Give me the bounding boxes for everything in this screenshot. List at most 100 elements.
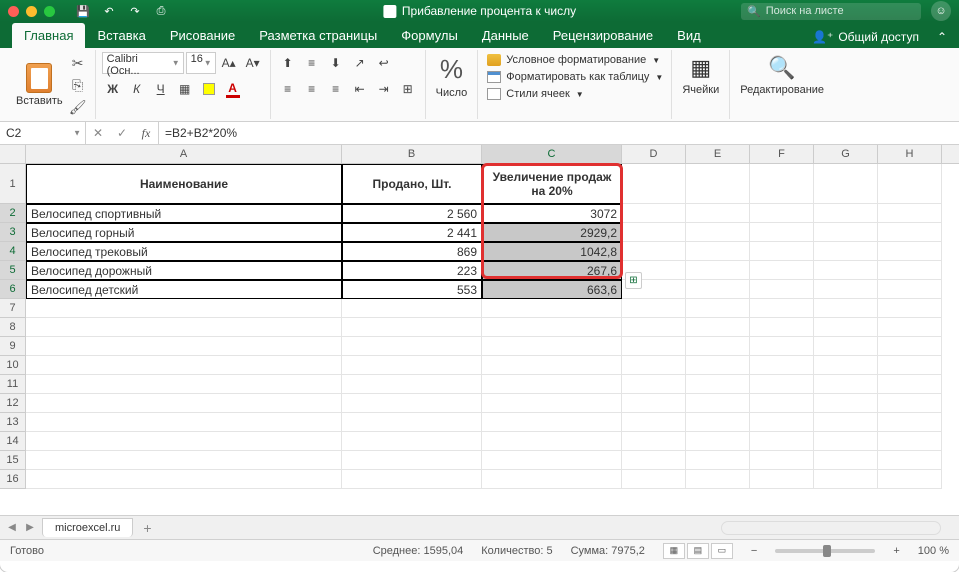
cell[interactable]	[750, 204, 814, 223]
cell[interactable]	[814, 375, 878, 394]
cell[interactable]: 2 560	[342, 204, 482, 223]
cell[interactable]	[878, 413, 942, 432]
cell[interactable]	[482, 394, 622, 413]
header-cell[interactable]: Увеличение продаж на 20%	[482, 164, 622, 204]
cell[interactable]	[622, 164, 686, 204]
borders-button[interactable]: ▦	[174, 78, 196, 100]
cell[interactable]	[342, 337, 482, 356]
cell[interactable]	[686, 413, 750, 432]
page-break-view-button[interactable]: ▭	[711, 543, 733, 559]
decrease-font-button[interactable]: A▾	[242, 52, 264, 74]
page-layout-view-button[interactable]: ▤	[687, 543, 709, 559]
cell[interactable]	[750, 164, 814, 204]
cell[interactable]	[26, 451, 342, 470]
row-header[interactable]: 2	[0, 204, 26, 223]
cell[interactable]: 869	[342, 242, 482, 261]
cell[interactable]	[686, 375, 750, 394]
cell[interactable]	[342, 413, 482, 432]
cell[interactable]	[750, 242, 814, 261]
cell[interactable]	[622, 337, 686, 356]
normal-view-button[interactable]: ▦	[663, 543, 685, 559]
cell[interactable]	[686, 470, 750, 489]
cell[interactable]	[686, 356, 750, 375]
header-cell[interactable]: Наименование	[26, 164, 342, 204]
number-format-button[interactable]: % Число	[432, 52, 472, 101]
cell[interactable]	[482, 432, 622, 451]
cell[interactable]	[26, 337, 342, 356]
cell[interactable]	[878, 280, 942, 299]
cell[interactable]	[342, 394, 482, 413]
cell[interactable]	[878, 432, 942, 451]
cell[interactable]	[878, 299, 942, 318]
col-header-E[interactable]: E	[686, 145, 750, 163]
cell[interactable]	[482, 451, 622, 470]
align-top-button[interactable]: ⬆	[277, 52, 299, 74]
name-box[interactable]: C2 ▼	[0, 122, 86, 144]
row-header[interactable]: 14	[0, 432, 26, 451]
fill-color-button[interactable]	[198, 78, 220, 100]
cell[interactable]	[26, 432, 342, 451]
format-as-table-button[interactable]: Форматировать как таблицу ▼	[484, 69, 665, 85]
conditional-formatting-button[interactable]: Условное форматирование ▼	[484, 52, 665, 68]
cell[interactable]	[342, 375, 482, 394]
cell[interactable]	[26, 299, 342, 318]
cell[interactable]	[686, 299, 750, 318]
cell[interactable]	[750, 413, 814, 432]
cell[interactable]	[686, 204, 750, 223]
row-header[interactable]: 6	[0, 280, 26, 299]
cell[interactable]	[622, 432, 686, 451]
cell[interactable]	[482, 375, 622, 394]
cell[interactable]	[878, 318, 942, 337]
merge-cells-button[interactable]: ⊞	[397, 78, 419, 100]
cell[interactable]	[26, 470, 342, 489]
cell[interactable]	[750, 337, 814, 356]
cell[interactable]	[686, 261, 750, 280]
spreadsheet-grid[interactable]: A B C D E F G H 1 Наименование Продано, …	[0, 145, 959, 515]
cell[interactable]	[342, 299, 482, 318]
col-header-A[interactable]: A	[26, 145, 342, 163]
tab-review[interactable]: Рецензирование	[541, 23, 665, 48]
tab-view[interactable]: Вид	[665, 23, 713, 48]
cell[interactable]	[686, 280, 750, 299]
cell[interactable]: Велосипед трековый	[26, 242, 342, 261]
cell[interactable]	[342, 432, 482, 451]
cancel-formula-button[interactable]: ✕	[86, 122, 110, 145]
format-painter-button[interactable]: 🖌	[67, 96, 89, 118]
cells-button[interactable]: ▦ Ячейки	[678, 52, 723, 98]
cell[interactable]	[750, 394, 814, 413]
row-header[interactable]: 7	[0, 299, 26, 318]
row-header[interactable]: 11	[0, 375, 26, 394]
align-center-button[interactable]: ≡	[301, 78, 323, 100]
cell[interactable]	[342, 451, 482, 470]
underline-button[interactable]: Ч	[150, 78, 172, 100]
close-window-button[interactable]	[8, 6, 19, 17]
cell[interactable]	[814, 242, 878, 261]
search-input[interactable]: 🔍 Поиск на листе	[741, 3, 921, 20]
sheet-tab[interactable]: microexcel.ru	[42, 518, 133, 537]
cell[interactable]	[686, 451, 750, 470]
cell[interactable]	[878, 164, 942, 204]
cell[interactable]	[26, 375, 342, 394]
redo-button[interactable]: ↷	[125, 2, 145, 20]
align-left-button[interactable]: ≡	[277, 78, 299, 100]
row-header[interactable]: 15	[0, 451, 26, 470]
decrease-indent-button[interactable]: ⇤	[349, 78, 371, 100]
formula-input[interactable]: =B2+B2*20%	[159, 126, 959, 140]
col-header-F[interactable]: F	[750, 145, 814, 163]
cell[interactable]: 267,6	[482, 261, 622, 280]
cell[interactable]	[814, 470, 878, 489]
tab-data[interactable]: Данные	[470, 23, 541, 48]
cell[interactable]	[622, 394, 686, 413]
cell[interactable]: 1042,8	[482, 242, 622, 261]
cell[interactable]	[878, 204, 942, 223]
row-header[interactable]: 16	[0, 470, 26, 489]
font-size-select[interactable]: 16▼	[186, 52, 216, 74]
cell[interactable]	[342, 318, 482, 337]
cell[interactable]	[750, 261, 814, 280]
zoom-in-button[interactable]: +	[893, 545, 899, 557]
cell[interactable]	[878, 261, 942, 280]
cell[interactable]	[686, 318, 750, 337]
cell[interactable]	[622, 223, 686, 242]
tab-page-layout[interactable]: Разметка страницы	[247, 23, 389, 48]
row-header[interactable]: 1	[0, 164, 26, 204]
